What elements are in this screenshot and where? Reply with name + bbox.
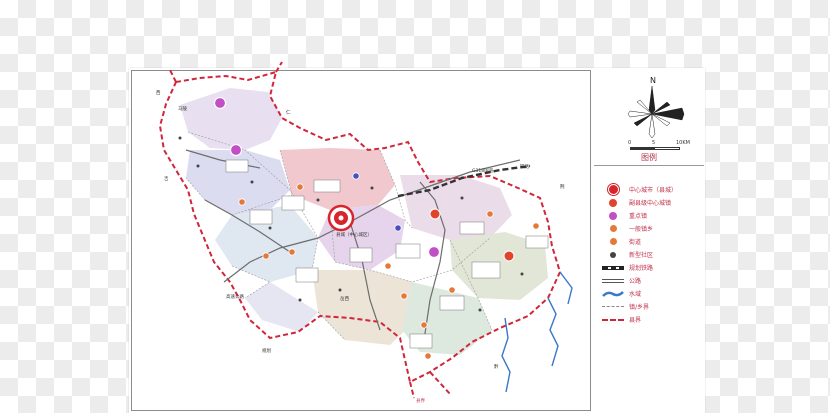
road-line-icon [600, 275, 626, 286]
zone-fills [180, 88, 548, 355]
svg-text:吉: 吉 [164, 176, 169, 182]
legend-item-water: 水域 [600, 288, 704, 299]
county-seat-marker [327, 204, 355, 232]
railway-line-icon [600, 262, 626, 273]
legend-title: 图例 [594, 152, 704, 166]
street-icon [600, 236, 626, 247]
svg-text:黔: 黔 [494, 363, 499, 370]
svg-text:规划: 规划 [262, 347, 271, 354]
svg-text:仁: 仁 [286, 109, 291, 116]
legend-item-highway: 公路 [600, 275, 704, 286]
general-town-icon [600, 223, 626, 234]
key-town-icon [600, 210, 626, 221]
legend-item-railway: 规划铁路 [600, 262, 704, 273]
svg-text:县界: 县界 [416, 398, 425, 404]
legend-item-new-community: 新型社区 [600, 249, 704, 260]
county-map: 县城（中心城区） 西 高速公路 铁路 G318国道 岳西 县界 规划 荆 吉 仁… [156, 61, 573, 404]
town-boundary-icon [600, 301, 626, 312]
county-boundary-icon [600, 314, 626, 325]
legend-item-center-city: 中心城市（县城） [600, 184, 704, 195]
svg-text:荆: 荆 [560, 183, 565, 190]
legend-item-sub-center: 副县级中心城镇 [600, 197, 704, 208]
legend: 图例 中心城市（县城） 副县级中心城镇 重点镇 一般镇乡 街道 新型社区 规划铁… [594, 152, 704, 332]
svg-text:岳西: 岳西 [340, 295, 349, 302]
legend-item-county-boundary: 县界 [600, 314, 704, 325]
legend-item-general-town: 一般镇乡 [600, 223, 704, 234]
legend-item-key-town: 重点镇 [600, 210, 704, 221]
svg-text:马陵: 马陵 [178, 105, 187, 112]
sub-center-icon [600, 197, 626, 208]
svg-text:G318国道: G318国道 [472, 167, 494, 174]
community-icon [600, 249, 626, 260]
legend-item-town-boundary: 镇/乡界 [600, 301, 704, 312]
svg-text:N: N [650, 76, 656, 85]
svg-text:高速公路: 高速公路 [226, 293, 244, 300]
county-seat-label: 县城（中心城区） [336, 231, 372, 238]
svg-text:铁路: 铁路 [520, 163, 529, 170]
water-line-icon [600, 288, 626, 299]
scale-bar: 0 5 10KM [628, 137, 708, 153]
center-city-icon [600, 184, 626, 195]
svg-text:西: 西 [156, 90, 161, 96]
legend-item-street: 街道 [600, 236, 704, 247]
